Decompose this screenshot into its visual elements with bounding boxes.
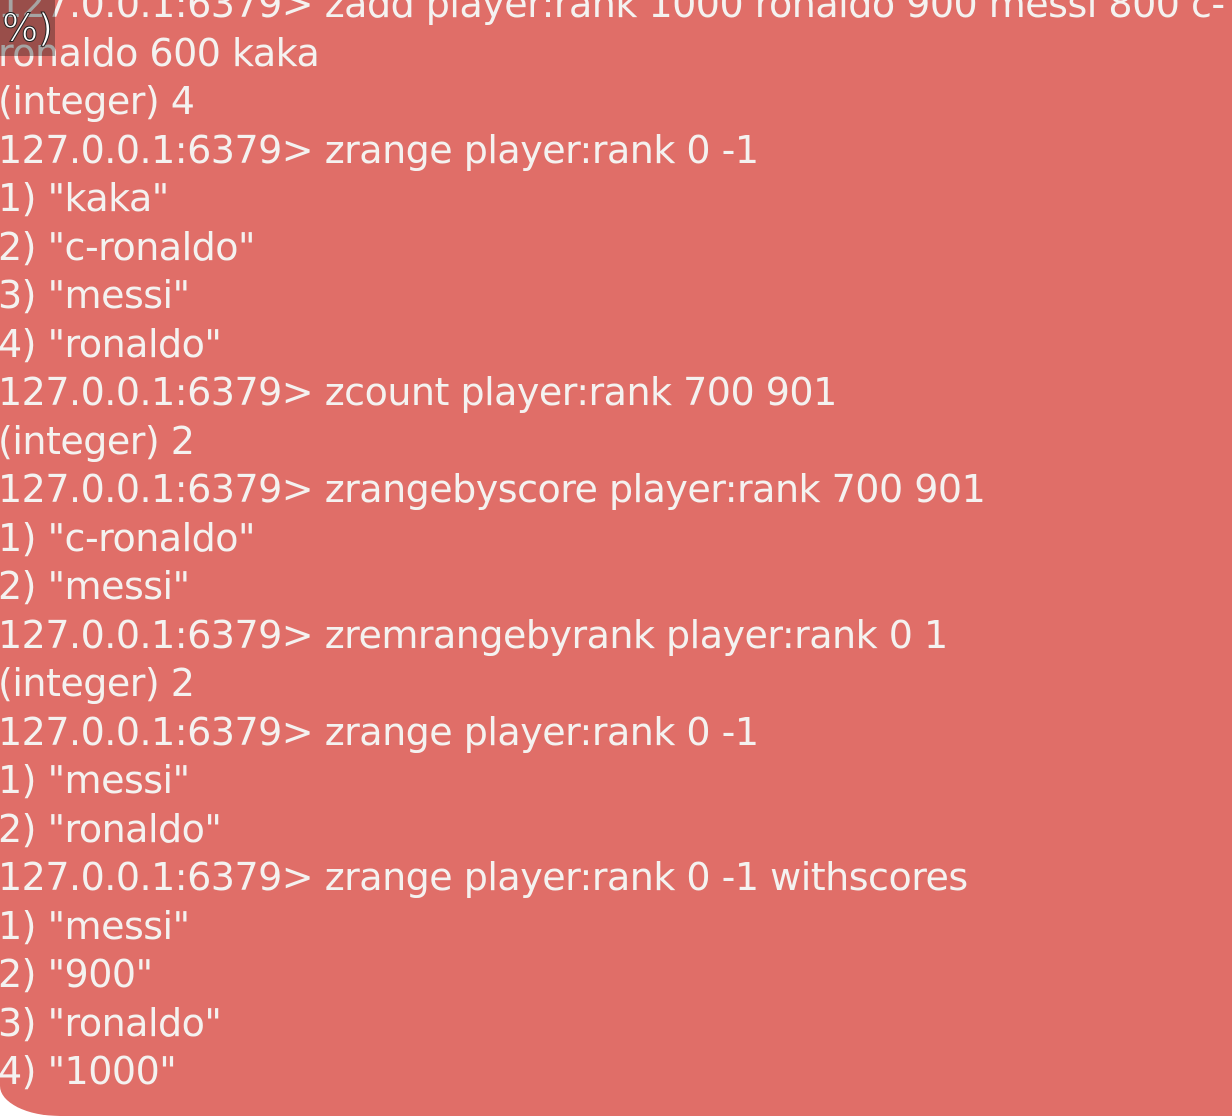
terminal-line: (integer) 2 [0,661,195,705]
terminal-line: 127.0.0.1:6379> zrange player:rank 0 -1 [0,127,759,172]
terminal-output: 127.0.0.1:6379> zadd player:rank 1000 ro… [0,0,1225,1096]
terminal-line: 127.0.0.1:6379> zadd player:rank 1000 ro… [0,0,1225,26]
terminal-line: 4) "ronaldo" [0,321,222,366]
terminal-line: 1) "messi" [0,903,190,948]
overlay-badge: %) [0,0,55,56]
terminal-window[interactable]: 127.0.0.1:6379> zadd player:rank 1000 ro… [0,0,1232,1116]
terminal-line: 2) "ronaldo" [0,806,222,851]
terminal-line: 2) "900" [0,952,153,996]
terminal-line: 3) "messi" [0,273,190,317]
terminal-line: 2) "c-ronaldo" [0,224,255,269]
terminal-line: 1) "kaka" [0,176,169,220]
terminal-line: ronaldo 600 kaka [0,30,320,75]
terminal-line: 127.0.0.1:6379> zcount player:rank 700 9… [0,370,837,414]
terminal-line: 3) "ronaldo" [0,1000,222,1045]
terminal-line: 127.0.0.1:6379> zrange player:rank 0 -1 … [0,855,968,899]
terminal-line: 2) "messi" [0,564,190,608]
terminal-line: 1) "messi" [0,758,190,802]
terminal-line: 1) "c-ronaldo" [0,515,255,560]
terminal-line: 127.0.0.1:6379> zremrangebyrank player:r… [0,612,948,657]
terminal-line: 127.0.0.1:6379> zrangebyscore player:ran… [0,467,986,511]
terminal-line: 4) "1000" [0,1049,177,1093]
terminal-line: (integer) 4 [0,79,195,123]
terminal-line: (integer) 2 [0,418,195,463]
terminal-line: 127.0.0.1:6379> zrange player:rank 0 -1 [0,709,759,754]
